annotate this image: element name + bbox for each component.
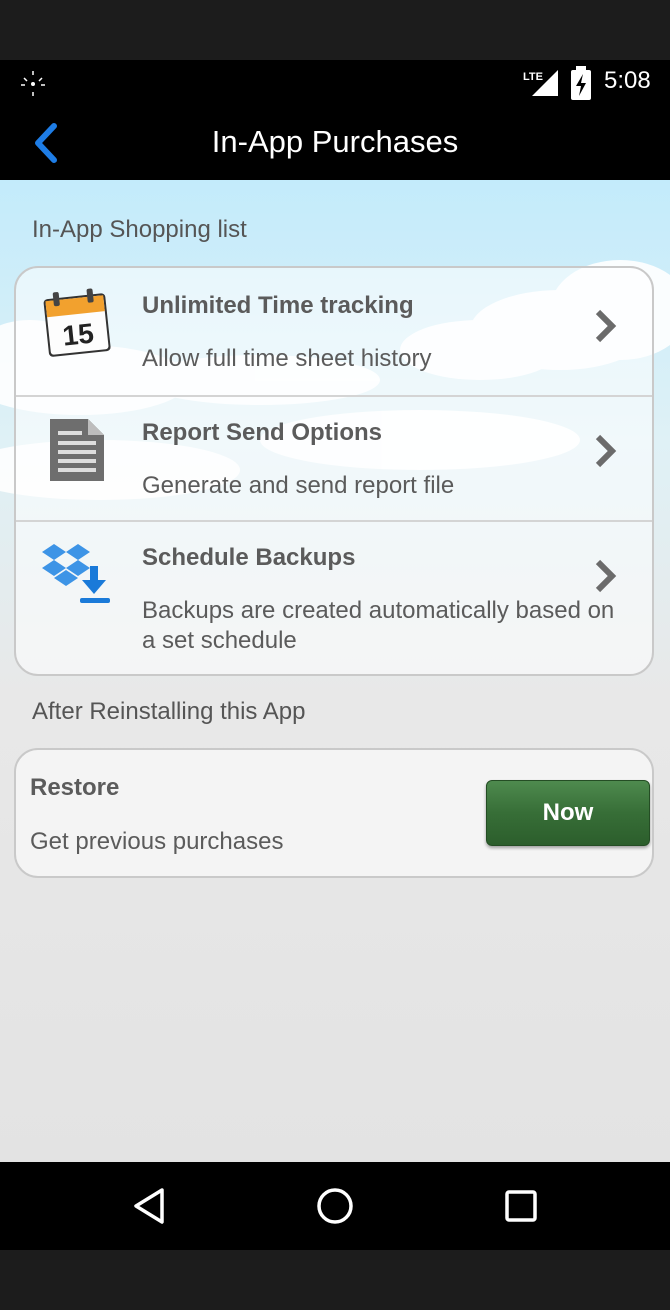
restore-now-button[interactable]: Now — [486, 780, 650, 846]
recents-square-icon[interactable] — [497, 1182, 545, 1230]
chevron-right-icon — [595, 309, 617, 343]
battery-charging-icon — [571, 66, 591, 100]
back-triangle-icon[interactable] — [126, 1182, 174, 1230]
svg-text:LTE: LTE — [523, 71, 543, 83]
restore-card: Restore Get previous purchases Now — [14, 748, 654, 878]
document-icon — [50, 419, 104, 481]
item-subtitle: Backups are created automatically based … — [142, 597, 615, 654]
status-time: 5:08 — [604, 67, 651, 94]
bottom-letterbox — [0, 1250, 670, 1310]
chevron-right-icon — [595, 559, 617, 593]
item-title: Unlimited Time tracking — [142, 292, 414, 319]
svg-text:15: 15 — [61, 318, 95, 352]
restore-title: Restore — [30, 774, 120, 801]
restore-section-label: After Reinstalling this App — [32, 698, 306, 725]
shopping-list-card: 15 Unlimited Time tracking Allow full ti… — [14, 266, 654, 676]
calendar-icon: 15 — [43, 288, 111, 357]
alarm-icon — [21, 71, 45, 96]
list-item-unlimited-time-tracking[interactable]: 15 Unlimited Time tracking Allow full ti… — [16, 268, 652, 395]
page-title: In-App Purchases — [211, 124, 459, 159]
status-bar: LTE 5:08 — [0, 60, 670, 106]
shopping-section-label: In-App Shopping list — [32, 216, 247, 243]
dropbox-download-icon — [42, 544, 110, 603]
home-circle-icon[interactable] — [311, 1182, 359, 1230]
lte-signal-icon: LTE — [523, 70, 558, 96]
chevron-right-icon — [595, 434, 617, 468]
list-item-report-send-options[interactable]: Report Send Options Generate and send re… — [16, 395, 652, 520]
item-title: Report Send Options — [142, 419, 382, 446]
navigation-bar — [0, 1162, 670, 1250]
action-bar: In-App Purchases — [0, 106, 670, 180]
restore-subtitle: Get previous purchases — [30, 828, 284, 855]
item-title: Schedule Backups — [142, 544, 356, 571]
top-letterbox — [0, 0, 670, 60]
content-area: In-App Shopping list 15 Unlimited Time t… — [0, 180, 670, 1162]
list-item-schedule-backups[interactable]: Schedule Backups Backups are created aut… — [16, 520, 652, 674]
item-subtitle: Allow full time sheet history — [142, 345, 432, 372]
item-subtitle: Generate and send report file — [142, 472, 455, 499]
